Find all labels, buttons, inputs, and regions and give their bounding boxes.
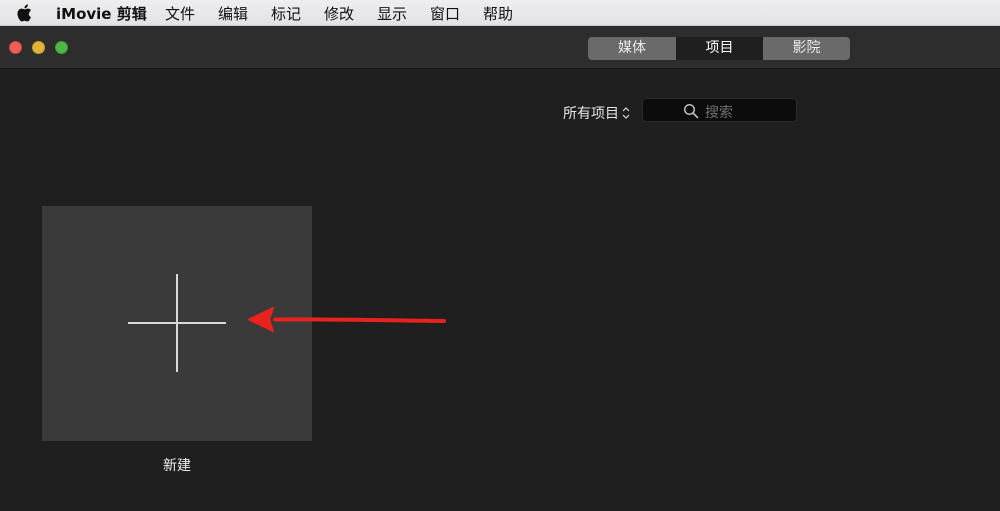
search-icon xyxy=(683,103,699,119)
menu-window[interactable]: 窗口 xyxy=(430,3,460,24)
menu-help[interactable]: 帮助 xyxy=(483,3,513,24)
menu-view[interactable]: 显示 xyxy=(377,3,407,24)
new-project-label: 新建 xyxy=(163,458,191,474)
view-segmented-control: 媒体 项目 影院 xyxy=(588,37,850,60)
menu-bar: iMovie 剪辑 文件 编辑 标记 修改 显示 窗口 帮助 xyxy=(0,0,1000,26)
app-menu[interactable]: iMovie 剪辑 xyxy=(56,3,147,24)
search-field[interactable]: 搜索 xyxy=(642,98,797,122)
tab-media[interactable]: 媒体 xyxy=(588,37,676,60)
menu-mark[interactable]: 标记 xyxy=(271,3,301,24)
search-placeholder: 搜索 xyxy=(705,105,733,121)
menu-file[interactable]: 文件 xyxy=(165,3,195,24)
apple-icon[interactable] xyxy=(14,3,36,23)
fullscreen-window-button[interactable] xyxy=(55,41,68,54)
close-window-button[interactable] xyxy=(9,41,22,54)
menu-modify[interactable]: 修改 xyxy=(324,3,354,24)
updown-chevron-icon xyxy=(622,107,630,119)
filter-label: 所有项目 xyxy=(563,106,619,122)
menu-edit[interactable]: 编辑 xyxy=(218,3,248,24)
minimize-window-button[interactable] xyxy=(32,41,45,54)
window-toolbar xyxy=(0,26,1000,69)
red-arrow-annotation xyxy=(248,307,446,332)
plus-icon xyxy=(128,274,226,372)
tab-theater[interactable]: 影院 xyxy=(763,37,850,60)
project-filter-popup[interactable]: 所有项目 xyxy=(563,103,630,123)
tab-projects[interactable]: 项目 xyxy=(676,37,763,60)
